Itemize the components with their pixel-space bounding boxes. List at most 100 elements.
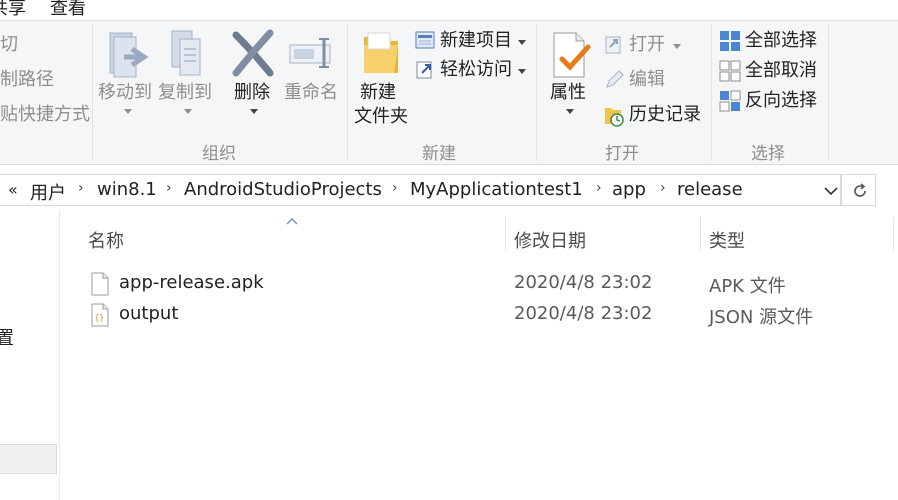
rename-icon bbox=[289, 38, 331, 68]
breadcrumb-users[interactable]: 用户 bbox=[30, 179, 66, 205]
history-label: 历史记录 bbox=[629, 104, 701, 125]
new-folder-label-1: 新建 bbox=[360, 82, 396, 103]
file-icon bbox=[91, 272, 109, 296]
easy-access-label: 轻松访问 bbox=[440, 59, 512, 80]
move-to-icon bbox=[109, 32, 149, 78]
open-button[interactable]: 打开 bbox=[603, 33, 687, 59]
chevron-down-icon bbox=[673, 44, 681, 49]
new-folder-button[interactable]: 新建 文件夹 bbox=[352, 23, 412, 135]
move-to-button[interactable]: 移动到 bbox=[96, 23, 158, 133]
group-label-open: 打开 bbox=[605, 144, 639, 164]
refresh-icon bbox=[854, 183, 866, 197]
file-type: JSON 源文件 bbox=[709, 307, 814, 328]
rename-label: 重命名 bbox=[284, 82, 338, 103]
edit-pencil-icon bbox=[606, 70, 624, 88]
select-none-label: 全部取消 bbox=[745, 60, 817, 81]
breadcrumb-release[interactable]: release bbox=[677, 179, 743, 200]
sort-ascending-icon bbox=[286, 218, 298, 225]
select-all-button[interactable]: 全部选择 bbox=[719, 29, 823, 55]
chevron-down-icon bbox=[518, 40, 526, 45]
breadcrumb-win81[interactable]: win8.1 bbox=[97, 179, 157, 200]
new-item-label: 新建项目 bbox=[440, 30, 512, 51]
breadcrumb-chevron-icon[interactable]: › bbox=[78, 180, 84, 196]
chevron-down-icon bbox=[566, 109, 574, 114]
ribbon-tab-strip: 共享 查看 bbox=[0, 0, 898, 20]
column-header-date[interactable]: 修改日期 bbox=[514, 227, 586, 253]
group-separator bbox=[347, 25, 348, 161]
edit-button[interactable]: 编辑 bbox=[603, 68, 687, 94]
breadcrumb-chevron-icon[interactable]: › bbox=[166, 180, 172, 196]
nav-item-partial[interactable]: 置 bbox=[0, 324, 14, 350]
column-header-name[interactable]: 名称 bbox=[88, 227, 124, 253]
ribbon: 剪切 复制路径 粘贴快捷方式 移动到 复制到 删除 bbox=[0, 20, 898, 165]
delete-label: 删除 bbox=[234, 82, 270, 103]
breadcrumb-chevron-icon[interactable]: › bbox=[392, 180, 398, 196]
file-type: APK 文件 bbox=[709, 276, 786, 297]
chevron-down-icon bbox=[184, 109, 192, 114]
open-icon bbox=[605, 36, 621, 54]
new-folder-label-2: 文件夹 bbox=[354, 106, 408, 127]
tab-share[interactable]: 共享 bbox=[0, 0, 26, 20]
delete-x-icon bbox=[232, 29, 274, 77]
nav-selected-item[interactable] bbox=[0, 444, 57, 474]
group-label-new: 新建 bbox=[422, 144, 456, 164]
properties-icon bbox=[553, 32, 591, 78]
group-separator bbox=[828, 25, 829, 161]
copy-to-button[interactable]: 复制到 bbox=[156, 23, 218, 133]
properties-label: 属性 bbox=[550, 82, 586, 103]
refresh-button[interactable] bbox=[841, 174, 876, 206]
easy-access-button[interactable]: 轻松访问 bbox=[414, 58, 532, 84]
file-date: 2020/4/8 23:02 bbox=[514, 303, 653, 324]
delete-button[interactable]: 删除 bbox=[226, 23, 280, 133]
invert-selection-icon bbox=[719, 90, 741, 112]
tab-view[interactable]: 查看 bbox=[50, 0, 86, 20]
chevron-down-icon bbox=[250, 109, 258, 114]
group-separator bbox=[711, 25, 712, 161]
breadcrumb-chevron-icon[interactable]: › bbox=[660, 180, 666, 196]
group-label-organize: 组织 bbox=[202, 144, 236, 164]
invert-selection-button[interactable]: 反向选择 bbox=[719, 89, 823, 115]
file-row[interactable]: app-release.apk 2020/4/8 23:02 APK 文件 bbox=[80, 268, 880, 299]
new-item-icon bbox=[415, 31, 435, 49]
new-item-button[interactable]: 新建项目 bbox=[414, 29, 532, 55]
column-divider[interactable] bbox=[700, 217, 701, 251]
breadcrumb-overflow[interactable]: « bbox=[8, 180, 18, 199]
rename-button[interactable]: 重命名 bbox=[284, 23, 344, 133]
chevron-down-icon bbox=[518, 69, 526, 74]
breadcrumb-myapplicationtest1[interactable]: MyApplicationtest1 bbox=[410, 179, 583, 200]
address-bar[interactable]: « 用户 › win8.1 › AndroidStudioProjects › … bbox=[0, 174, 841, 206]
chevron-down-icon bbox=[124, 109, 132, 114]
easy-access-icon bbox=[416, 61, 432, 79]
select-none-icon bbox=[719, 60, 741, 82]
properties-button[interactable]: 属性 bbox=[544, 23, 596, 133]
breadcrumb-app[interactable]: app bbox=[612, 179, 646, 200]
column-divider[interactable] bbox=[505, 217, 506, 251]
svg-text:{}: {} bbox=[95, 313, 105, 322]
copy-to-icon bbox=[171, 30, 201, 76]
copy-path-button[interactable]: 复制路径 bbox=[0, 69, 54, 91]
column-header-type[interactable]: 类型 bbox=[709, 227, 745, 253]
file-date: 2020/4/8 23:02 bbox=[514, 272, 653, 293]
file-name: output bbox=[119, 303, 179, 324]
folder-icon bbox=[364, 32, 398, 73]
group-label-select: 选择 bbox=[751, 144, 785, 164]
history-icon bbox=[605, 108, 624, 127]
open-label: 打开 bbox=[629, 34, 665, 55]
history-button[interactable]: 历史记录 bbox=[603, 103, 707, 129]
select-none-button[interactable]: 全部取消 bbox=[719, 59, 823, 85]
edit-label: 编辑 bbox=[629, 69, 665, 90]
select-all-label: 全部选择 bbox=[745, 30, 817, 51]
json-file-icon: {} bbox=[91, 303, 109, 327]
paste-shortcut-button[interactable]: 粘贴快捷方式 bbox=[0, 104, 90, 126]
column-divider[interactable] bbox=[893, 217, 894, 251]
copy-to-label: 复制到 bbox=[158, 82, 212, 103]
file-row[interactable]: {} output 2020/4/8 23:02 JSON 源文件 bbox=[80, 299, 880, 330]
breadcrumb-androidstudioprojects[interactable]: AndroidStudioProjects bbox=[184, 179, 382, 200]
invert-selection-label: 反向选择 bbox=[745, 90, 817, 111]
file-name: app-release.apk bbox=[119, 272, 264, 293]
chevron-down-icon[interactable] bbox=[824, 186, 838, 196]
group-separator bbox=[92, 25, 93, 161]
move-to-label: 移动到 bbox=[98, 82, 152, 103]
cut-button[interactable]: 剪切 bbox=[0, 34, 18, 56]
breadcrumb-chevron-icon[interactable]: › bbox=[596, 180, 602, 196]
